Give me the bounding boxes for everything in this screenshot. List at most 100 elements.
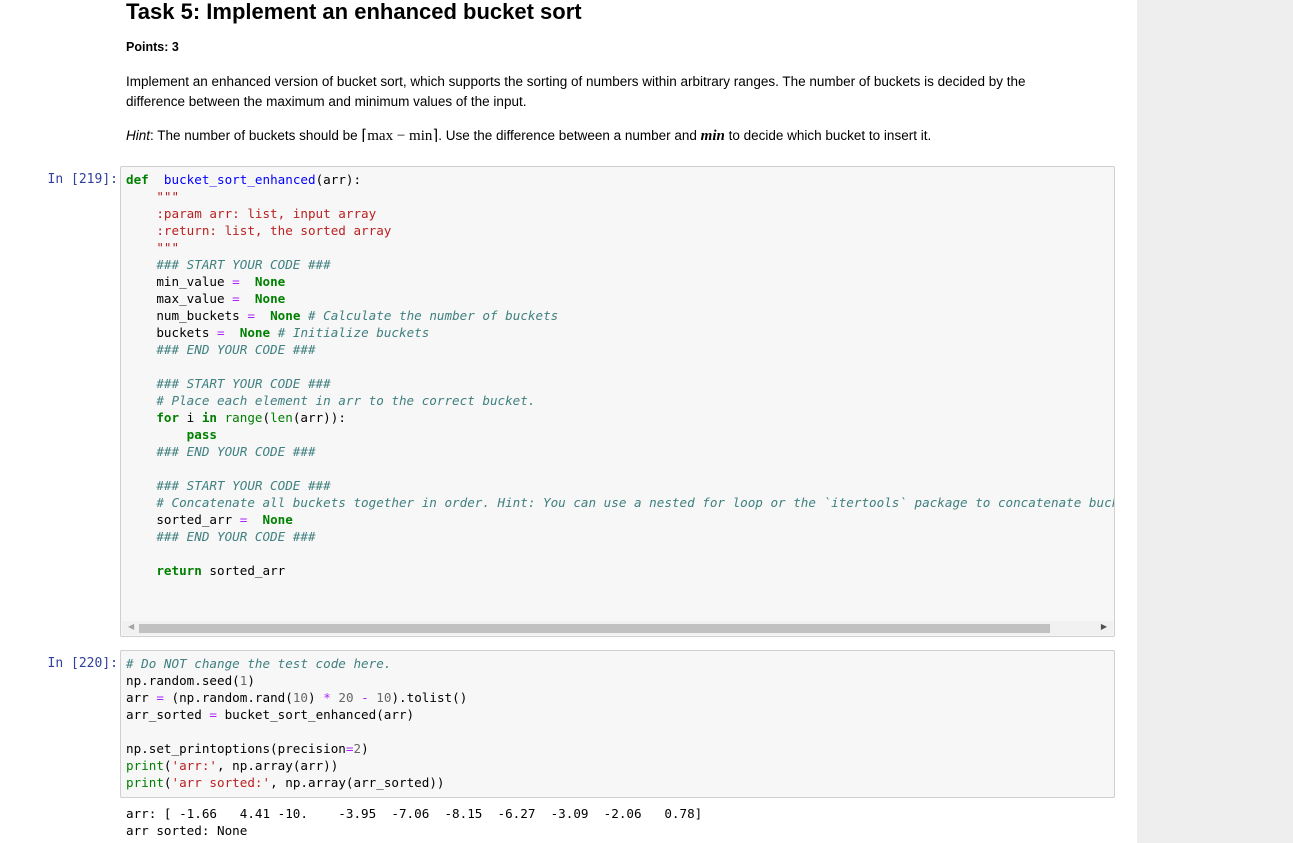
- code-token: sorted_arr: [126, 512, 240, 527]
- output-line: arr sorted: None: [126, 823, 248, 838]
- code-token: ### START YOUR CODE ###: [126, 478, 331, 493]
- cell-output: arr: [ -1.66 4.41 -10. -3.95 -7.06 -8.15…: [126, 805, 702, 839]
- code-token: ### END YOUR CODE ###: [126, 342, 316, 357]
- code-token: for: [126, 410, 180, 425]
- code-line: sorted_arr = None: [126, 512, 293, 527]
- code-line: :return: list, the sorted array: [126, 223, 391, 238]
- code-token: """: [126, 189, 180, 204]
- code-token: bucket_sort_enhanced: [163, 172, 316, 187]
- hint-suffix: to decide which bucket to insert it.: [724, 128, 932, 143]
- code-line: def bucket_sort_enhanced(arr):: [126, 172, 361, 187]
- code-token: len: [270, 410, 293, 425]
- code-cell-test[interactable]: # Do NOT change the test code here. np.r…: [120, 650, 1115, 798]
- code-token: , np.array(arr_sorted)): [270, 775, 445, 790]
- code-line: """: [126, 189, 179, 204]
- code-token: """: [126, 240, 180, 255]
- code-token: None: [254, 291, 286, 306]
- code-token: buckets: [126, 325, 217, 340]
- code-token: (np.random.rand(: [163, 690, 293, 705]
- code-token: def: [126, 172, 149, 187]
- code-token: num_buckets: [126, 308, 248, 323]
- code-token: (: [163, 758, 172, 773]
- scrollbar-thumb[interactable]: [139, 624, 1050, 633]
- code-line: print('arr:', np.array(arr)): [126, 758, 338, 773]
- code-token: =: [247, 308, 255, 323]
- code-token: None: [262, 512, 293, 527]
- notebook-page: Task 5: Implement an enhanced bucket sor…: [0, 0, 1137, 843]
- code-line: # Place each element in arr to the corre…: [126, 393, 535, 408]
- code-token: =: [232, 291, 240, 306]
- code-token: print: [126, 775, 164, 790]
- code-token: , np.array(arr)): [217, 758, 339, 773]
- code-token: ).tolist(): [391, 690, 468, 705]
- task-hint: Hint: The number of buckets should be ⌈m…: [126, 126, 931, 146]
- code-line: """: [126, 240, 179, 255]
- code-line: pass: [126, 427, 217, 442]
- code-token: =: [156, 690, 164, 705]
- code-token: -: [353, 690, 369, 705]
- cell-prompt-219: In [219]:: [47, 172, 118, 187]
- points-label: Points: 3: [126, 40, 179, 54]
- code-line: np.random.seed(1): [126, 673, 255, 688]
- code-token: 10: [368, 690, 392, 705]
- hint-formula: ⌈max − min⌉: [361, 128, 439, 144]
- code-token: ### END YOUR CODE ###: [126, 529, 316, 544]
- code-line: # Do NOT change the test code here.: [126, 656, 391, 671]
- code-token: sorted_arr: [201, 563, 286, 578]
- code-line: # Concatenate all buckets together in or…: [126, 495, 1114, 510]
- hint-min: min: [700, 128, 725, 144]
- code-line: ### START YOUR CODE ###: [126, 376, 331, 391]
- code-token: print: [126, 758, 164, 773]
- code-line: ### END YOUR CODE ###: [126, 529, 316, 544]
- task-title: Task 5: Implement an enhanced bucket sor…: [126, 0, 582, 24]
- horizontal-scrollbar[interactable]: ◀ ▶: [122, 621, 1113, 635]
- code-token: :param arr: list, input array: [126, 206, 377, 221]
- code-line: ### START YOUR CODE ###: [126, 257, 330, 272]
- code-token: ### END YOUR CODE ###: [126, 444, 316, 459]
- code-token: =: [217, 325, 225, 340]
- code-token: 20: [330, 690, 354, 705]
- code-editor[interactable]: def bucket_sort_enhanced(arr): """ :para…: [121, 167, 1114, 579]
- code-line: arr_sorted = bucket_sort_enhanced(arr): [126, 707, 414, 722]
- code-cell-bucket-sort[interactable]: def bucket_sort_enhanced(arr): """ :para…: [120, 166, 1115, 637]
- output-line: arr: [ -1.66 4.41 -10. -3.95 -7.06 -8.15…: [126, 806, 703, 821]
- code-editor[interactable]: # Do NOT change the test code here. np.r…: [121, 651, 1114, 791]
- code-line: min_value = None: [126, 274, 285, 289]
- code-line: ### END YOUR CODE ###: [126, 444, 316, 459]
- code-line: ### START YOUR CODE ###: [126, 478, 331, 493]
- code-line: arr = (np.random.rand(10) * 20 - 10).tol…: [126, 690, 467, 705]
- code-line: num_buckets = None # Calculate the numbe…: [126, 308, 558, 323]
- code-token: 2: [353, 741, 362, 756]
- code-line: print('arr sorted:', np.array(arr_sorted…: [126, 775, 444, 790]
- code-token: arr: [126, 690, 157, 705]
- code-token: np.set_printoptions(precision: [126, 741, 346, 756]
- code-token: :return: list, the sorted array: [126, 223, 392, 238]
- code-token: return: [126, 563, 202, 578]
- code-token: 'arr:': [171, 758, 218, 773]
- code-token: i: [179, 410, 202, 425]
- code-line: :param arr: list, input array: [126, 206, 376, 221]
- code-token: 'arr sorted:': [171, 775, 271, 790]
- scroll-right-arrow-icon[interactable]: ▶: [1101, 622, 1107, 631]
- scroll-left-arrow-icon[interactable]: ◀: [128, 622, 134, 631]
- code-token: # Place each element in arr to the corre…: [126, 393, 536, 408]
- code-token: (arr):: [315, 172, 362, 187]
- code-token: ): [308, 690, 324, 705]
- code-token: ): [361, 741, 369, 756]
- code-token: # Concatenate all buckets together in or…: [126, 495, 1114, 510]
- code-token: pass: [126, 427, 217, 442]
- code-token: ### START YOUR CODE ###: [126, 376, 331, 391]
- code-token: bucket_sort_enhanced(arr): [217, 707, 415, 722]
- code-token: (: [163, 775, 172, 790]
- code-line: return sorted_arr: [126, 563, 285, 578]
- code-token: =: [209, 707, 217, 722]
- code-line: ### END YOUR CODE ###: [126, 342, 316, 357]
- code-token: None: [270, 308, 301, 323]
- code-token: =: [232, 274, 240, 289]
- code-token: None: [254, 274, 286, 289]
- code-token: max_value: [126, 291, 233, 306]
